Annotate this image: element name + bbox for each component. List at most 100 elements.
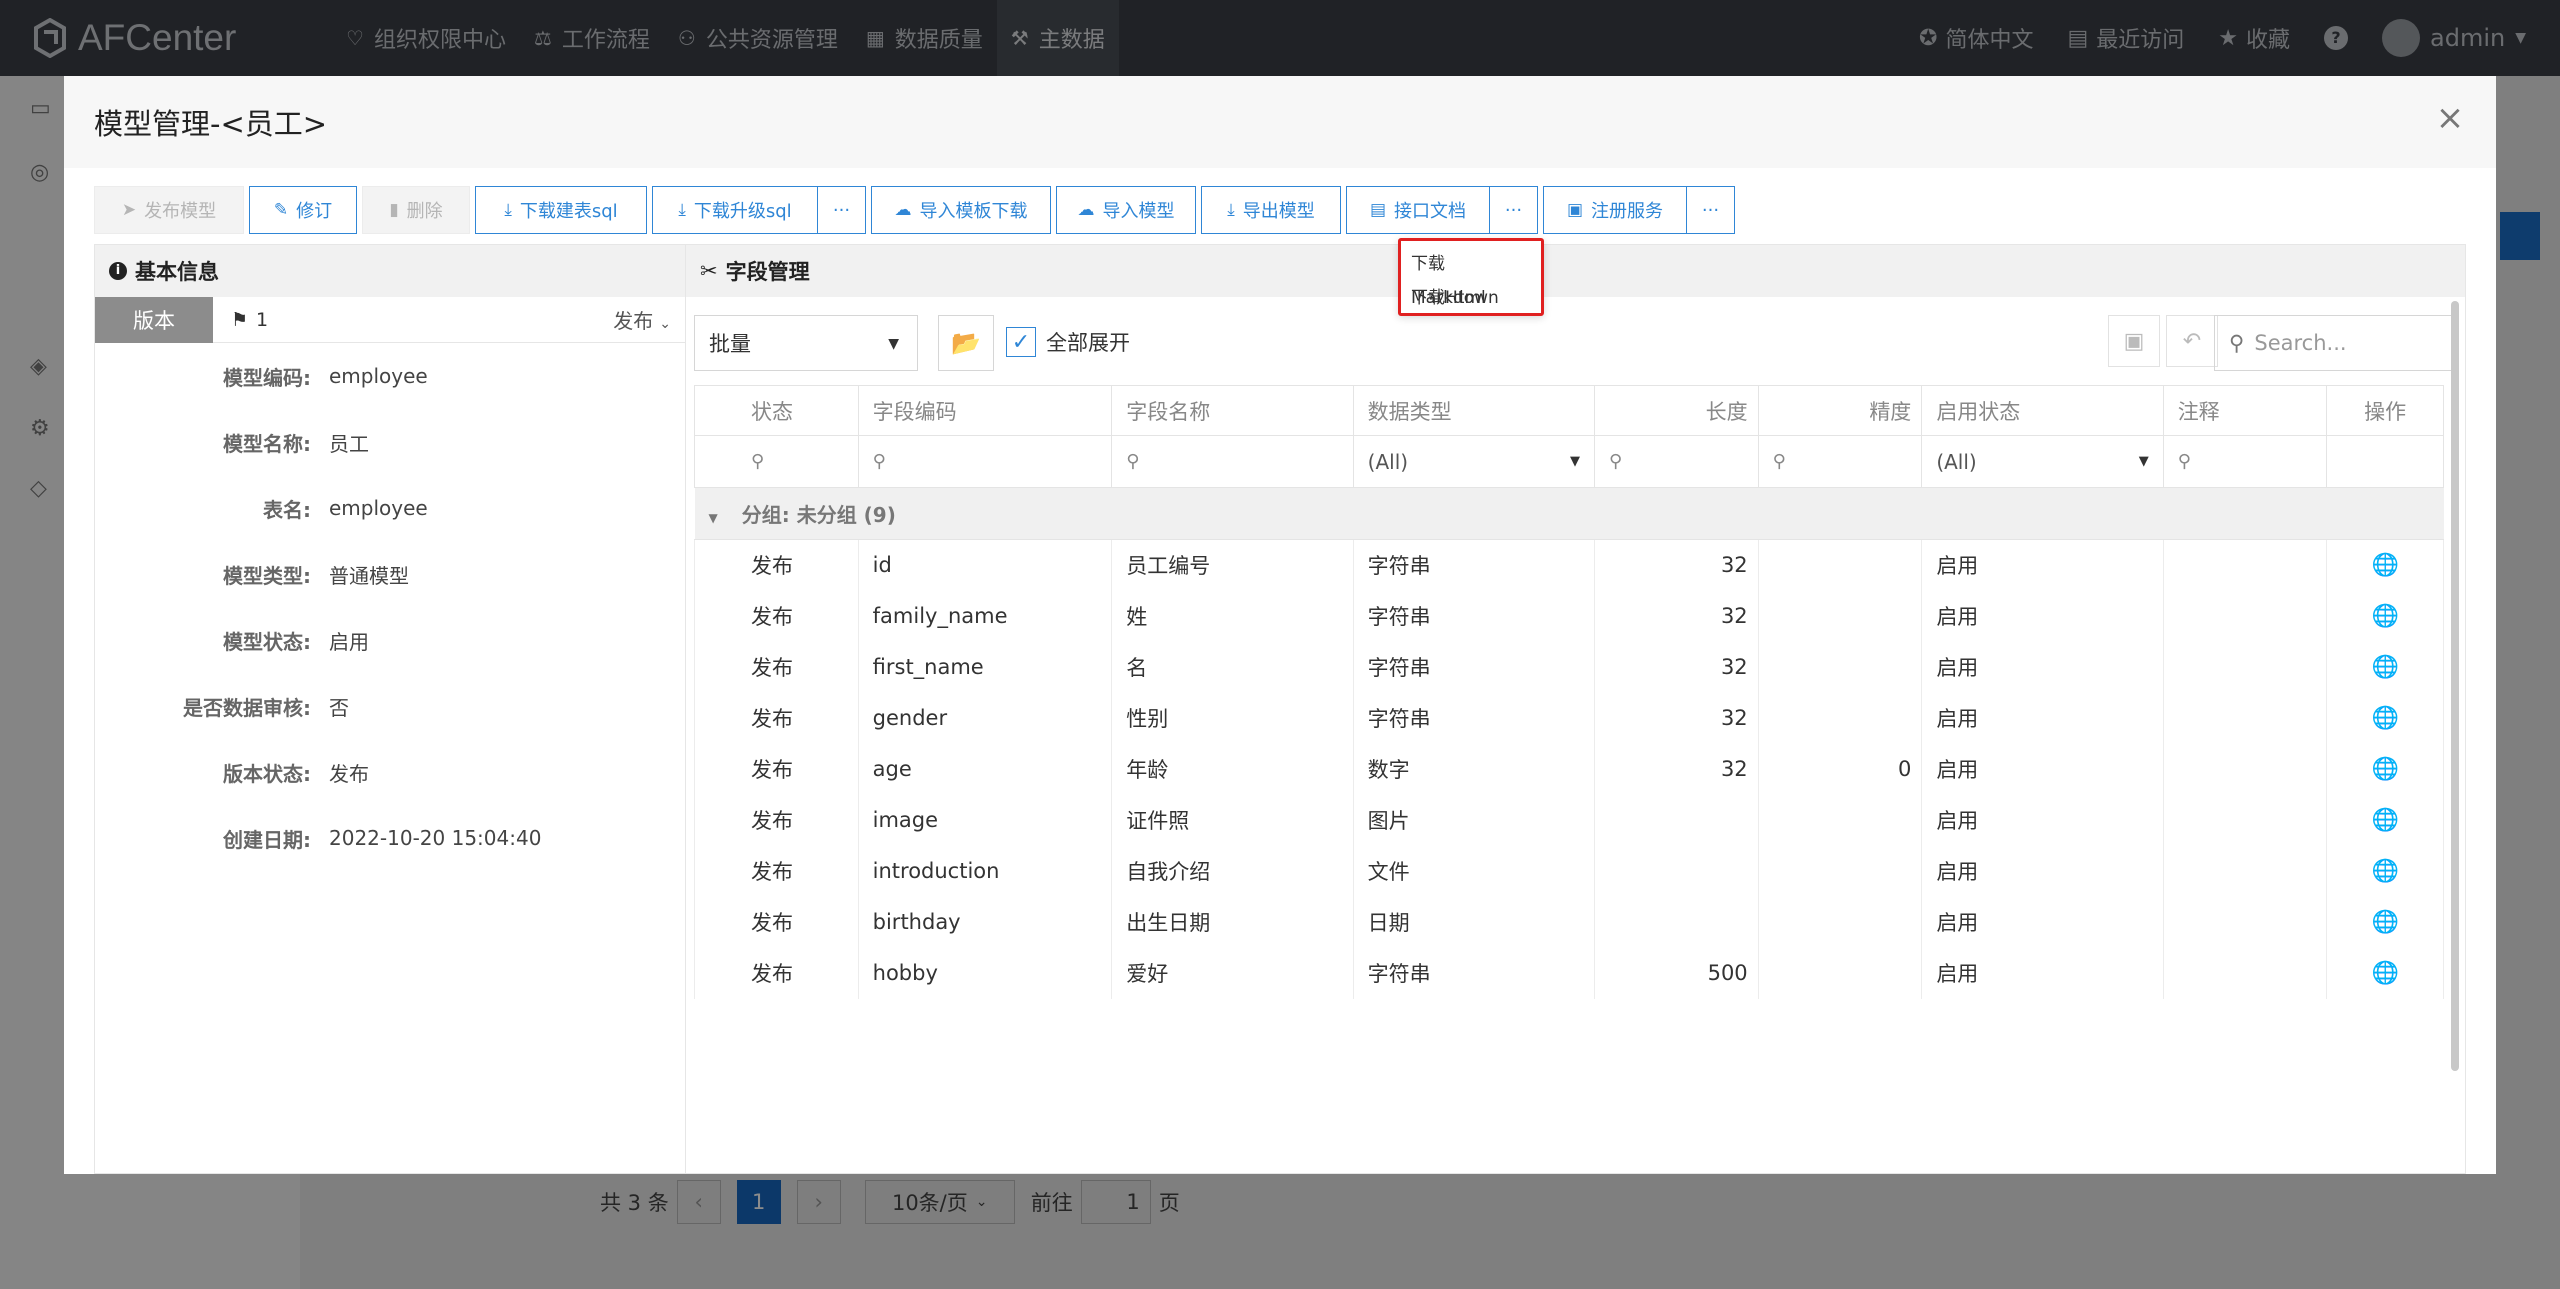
cell-precision xyxy=(1757,896,1923,948)
col-header-code[interactable]: 字段编码 xyxy=(857,385,1113,436)
panel-title: 字段管理 xyxy=(725,260,810,284)
cell-code: hobby xyxy=(857,947,1113,999)
filter-note[interactable]: ⚲ xyxy=(2162,435,2328,488)
info-row: 模型编码: employee xyxy=(95,343,685,409)
cell-note xyxy=(2162,590,2328,642)
caret-down-icon: ▼ xyxy=(2138,454,2149,469)
search-box[interactable]: ⚲ Search... xyxy=(2214,315,2454,371)
globe-icon[interactable]: 🌐 xyxy=(2371,706,2398,731)
save-button[interactable]: ▣ xyxy=(2108,315,2160,367)
cell-enabled: 启用 xyxy=(1921,896,2164,948)
globe-icon[interactable]: 🌐 xyxy=(2371,961,2398,986)
api-doc-more-button[interactable]: ··· xyxy=(1490,186,1538,234)
globe-icon[interactable]: 🌐 xyxy=(2371,808,2398,833)
download-html-item[interactable]: 下载Html xyxy=(1411,281,1531,315)
cell-code: birthday xyxy=(857,896,1113,948)
col-header-type[interactable]: 数据类型 xyxy=(1352,385,1596,436)
expand-all-checkbox[interactable]: ✓ 全部展开 xyxy=(1006,327,1130,357)
globe-icon[interactable]: 🌐 xyxy=(2371,604,2398,629)
filter-all-label: (All) xyxy=(1936,449,1977,474)
close-icon[interactable]: × xyxy=(2434,101,2466,135)
basic-info-header: i 基本信息 xyxy=(95,245,685,297)
version-state-select[interactable]: 发布 ⌄ xyxy=(613,305,671,334)
col-header-length[interactable]: 长度 xyxy=(1594,385,1759,436)
col-header-name[interactable]: 字段名称 xyxy=(1111,385,1354,436)
revise-button[interactable]: ✎ 修订 xyxy=(249,186,357,234)
info-icon: i xyxy=(109,262,127,280)
panel-title: 基本信息 xyxy=(135,260,219,284)
cell-enabled: 启用 xyxy=(1921,539,2164,591)
filter-name[interactable]: ⚲ xyxy=(1111,435,1354,488)
cell-status: 发布 xyxy=(694,947,859,999)
download-create-sql-button[interactable]: ⤓ 下载建表sql xyxy=(475,186,647,234)
download-upgrade-sql-button[interactable]: ⤓ 下载升级sql xyxy=(652,186,818,234)
version-tab[interactable]: 版本 xyxy=(95,296,213,343)
filter-type[interactable]: (All) ▼ xyxy=(1352,435,1596,488)
register-service-more-button[interactable]: ··· xyxy=(1687,186,1735,234)
import-model-button[interactable]: ☁ 导入模型 xyxy=(1056,186,1196,234)
api-doc-button[interactable]: ▤ 接口文档 xyxy=(1346,186,1490,234)
cell-enabled: 启用 xyxy=(1921,947,2164,999)
cell-note xyxy=(2162,896,2328,948)
table-row[interactable]: 发布 introduction 自我介绍 文件 启用 🌐 xyxy=(694,845,2444,897)
globe-icon[interactable]: 🌐 xyxy=(2371,910,2398,935)
globe-icon[interactable]: 🌐 xyxy=(2371,553,2398,578)
search-placeholder: Search... xyxy=(2254,331,2347,355)
table-row[interactable]: 发布 age 年龄 数字 32 0 启用 🌐 xyxy=(694,743,2444,795)
filter-length[interactable]: ⚲ xyxy=(1594,435,1759,488)
cell-status: 发布 xyxy=(694,896,859,948)
cell-length: 32 xyxy=(1594,692,1759,744)
button-label: 导出模型 xyxy=(1242,201,1315,222)
globe-icon[interactable]: 🌐 xyxy=(2371,757,2398,782)
filter-code[interactable]: ⚲ xyxy=(857,435,1113,488)
download-markdown-item[interactable]: 下载Markdown xyxy=(1411,247,1531,308)
download-icon: ⤓ xyxy=(504,200,512,220)
table-row[interactable]: 发布 image 证件照 图片 启用 🌐 xyxy=(694,794,2444,846)
info-label: 模型编码: xyxy=(223,365,311,390)
import-template-download-button[interactable]: ☁ 导入模板下载 xyxy=(871,186,1051,234)
cell-type: 日期 xyxy=(1352,896,1596,948)
search-icon: ⚲ xyxy=(1609,451,1623,472)
globe-icon[interactable]: 🌐 xyxy=(2371,655,2398,680)
vertical-scrollbar[interactable] xyxy=(2451,301,2459,1071)
upgrade-sql-more-button[interactable]: ··· xyxy=(818,186,866,234)
group-row[interactable]: ▼ 分组: 未分组 (9) xyxy=(694,487,2444,540)
table-row[interactable]: 发布 gender 性别 字符串 32 启用 🌐 xyxy=(694,692,2444,744)
cell-status: 发布 xyxy=(694,845,859,897)
cell-name: 爱好 xyxy=(1111,947,1354,999)
col-header-note[interactable]: 注释 xyxy=(2162,385,2328,436)
publish-model-button[interactable]: ➤ 发布模型 xyxy=(94,186,244,234)
table-row[interactable]: 发布 id 员工编号 字符串 32 启用 🌐 xyxy=(694,539,2444,591)
cell-action: 🌐 xyxy=(2326,539,2444,591)
caret-down-icon: ▼ xyxy=(888,336,899,352)
search-icon: ⚲ xyxy=(2177,451,2191,472)
col-header-action: 操作 xyxy=(2326,385,2444,436)
ticket-icon: ✂ xyxy=(700,259,718,283)
globe-icon[interactable]: 🌐 xyxy=(2371,859,2398,884)
undo-button[interactable]: ↶ xyxy=(2166,315,2218,367)
delete-button[interactable]: ▮ 删除 xyxy=(362,186,470,234)
table-row[interactable]: 发布 birthday 出生日期 日期 启用 🌐 xyxy=(694,896,2444,948)
filter-enabled[interactable]: (All) ▼ xyxy=(1921,435,2164,488)
register-service-button[interactable]: ▣ 注册服务 xyxy=(1543,186,1687,234)
table-row[interactable]: 发布 first_name 名字符串 32 启用 🌐 xyxy=(694,641,2444,693)
folder-open-button[interactable]: 📂 xyxy=(938,315,994,371)
col-header-status[interactable]: 状态 xyxy=(694,385,859,436)
export-model-button[interactable]: ⤓ 导出模型 xyxy=(1201,186,1341,234)
cell-note xyxy=(2162,947,2328,999)
edit-icon: ✎ xyxy=(273,200,289,220)
table-row[interactable]: 发布 family_name 姓字符串 32 启用 🌐 xyxy=(694,590,2444,642)
filter-status[interactable]: ⚲ xyxy=(694,435,859,488)
cell-note xyxy=(2162,845,2328,897)
table-row[interactable]: 发布 hobby 爱好 字符串 500 启用 🌐 xyxy=(694,947,2444,999)
batch-select[interactable]: 批量 ▼ xyxy=(694,315,918,371)
col-header-precision[interactable]: 精度 xyxy=(1757,385,1923,436)
cell-enabled: 启用 xyxy=(1921,794,2164,846)
filter-precision[interactable]: ⚲ xyxy=(1757,435,1923,488)
cell-name: 员工编号 xyxy=(1111,539,1354,591)
cell-action: 🌐 xyxy=(2326,845,2444,897)
cell-action: 🌐 xyxy=(2326,641,2444,693)
info-value: 2022-10-20 15:04:40 xyxy=(329,826,542,850)
col-header-enabled[interactable]: 启用状态 xyxy=(1921,385,2164,436)
cell-status: 发布 xyxy=(694,794,859,846)
